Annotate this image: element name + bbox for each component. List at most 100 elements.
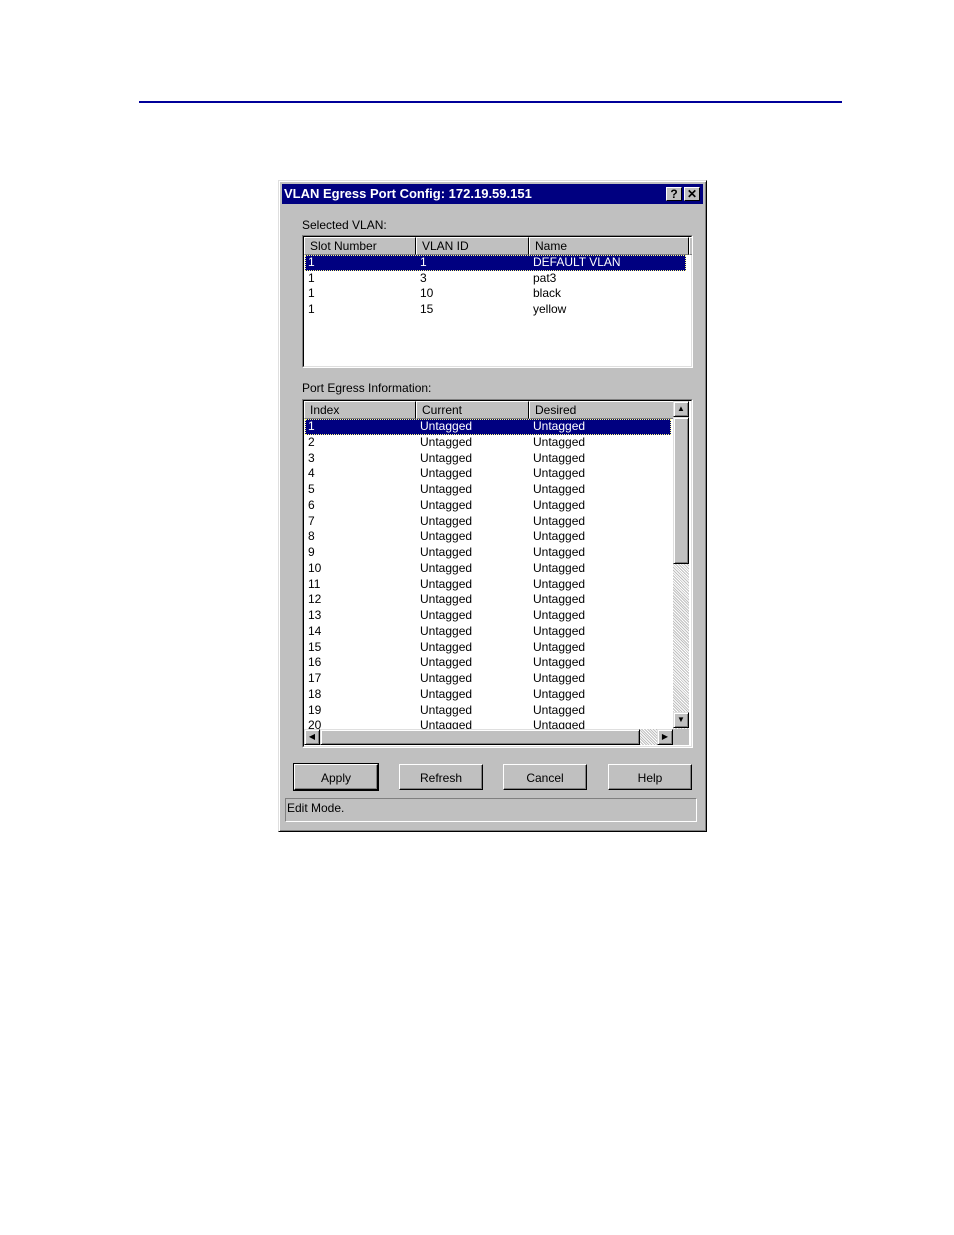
index-cell: 13 (308, 608, 322, 622)
egress-row[interactable]: 15 Untagged Untagged (305, 640, 671, 656)
vertical-scrollbar[interactable]: ▲ ▼ (673, 401, 689, 729)
slot-cell: 1 (308, 302, 315, 317)
apply-button[interactable]: Apply (293, 763, 379, 791)
current-cell: Untagged (420, 655, 473, 670)
name-cell: yellow (533, 302, 567, 317)
current-cell: Untagged (420, 671, 473, 685)
egress-row[interactable]: 9 Untagged Untagged (305, 545, 671, 561)
index-cell: 16 (308, 655, 322, 670)
vlan-row[interactable]: 1 1 DEFAULT VLAN (305, 255, 686, 271)
vlan-id-cell: 10 (420, 286, 434, 301)
desired-cell: Untagged (533, 655, 586, 670)
vlan-row[interactable]: 1 15 yellow (305, 302, 686, 318)
egress-row[interactable]: 14 Untagged Untagged (305, 624, 671, 640)
desired-cell: Untagged (533, 466, 586, 481)
index-cell: 18 (308, 686, 322, 701)
vlan-id-cell: 3 (420, 270, 427, 285)
egress-row[interactable]: 5 Untagged Untagged (305, 482, 671, 498)
egress-row[interactable]: 19 Untagged Untagged (305, 703, 671, 719)
slot-cell: 1 (308, 255, 315, 269)
desired-cell: Untagged (533, 450, 586, 465)
current-cell: Untagged (420, 513, 473, 528)
current-cell: Untagged (420, 434, 473, 449)
desired-cell: Untagged (533, 434, 586, 449)
scroll-up-icon[interactable]: ▲ (673, 401, 689, 417)
scroll-right-icon[interactable]: ▶ (657, 729, 673, 745)
column-header-slot-number[interactable]: Slot Number (304, 237, 416, 255)
window-title: VLAN Egress Port Config: 172.19.59.151 (284, 186, 532, 201)
index-cell: 11 (308, 576, 321, 591)
help-icon[interactable]: ? (666, 187, 682, 201)
column-header-filler (689, 237, 692, 255)
egress-row[interactable]: 7 Untagged Untagged (305, 514, 671, 530)
index-cell: 7 (308, 513, 315, 528)
current-cell: Untagged (420, 419, 473, 433)
scroll-left-icon[interactable]: ◀ (304, 729, 320, 745)
desired-cell: Untagged (533, 529, 586, 544)
vlan-egress-dialog: VLAN Egress Port Config: 172.19.59.151 ?… (278, 180, 707, 832)
desired-cell: Untagged (533, 419, 586, 433)
port-egress-list[interactable]: Index Current Desired 1 Untagged Untagged 2… (302, 399, 693, 748)
scroll-corner (673, 729, 689, 745)
refresh-button[interactable]: Refresh (399, 764, 483, 790)
column-header-name[interactable]: Name (529, 237, 689, 255)
help-button[interactable]: Help (608, 764, 692, 790)
egress-row[interactable]: 2 Untagged Untagged (305, 435, 671, 451)
index-cell: 9 (308, 545, 315, 559)
desired-cell: Untagged (533, 560, 586, 575)
index-cell: 17 (308, 671, 322, 685)
egress-row[interactable]: 11 Untagged Untagged (305, 577, 671, 593)
egress-row[interactable]: 13 Untagged Untagged (305, 608, 671, 624)
index-cell: 5 (308, 482, 315, 496)
egress-row[interactable]: 18 Untagged Untagged (305, 687, 671, 703)
column-header-vlan-id[interactable]: VLAN ID (416, 237, 529, 255)
scroll-down-icon[interactable]: ▼ (673, 712, 689, 728)
egress-row[interactable]: 3 Untagged Untagged (305, 451, 671, 467)
desired-cell: Untagged (533, 686, 586, 701)
vertical-scroll-thumb[interactable] (673, 417, 689, 564)
index-cell: 8 (308, 529, 315, 544)
vlan-id-cell: 1 (420, 255, 427, 269)
current-cell: Untagged (420, 623, 473, 638)
vlan-id-cell: 15 (420, 302, 434, 317)
desired-cell: Untagged (533, 702, 586, 717)
vlan-row[interactable]: 1 10 black (305, 286, 686, 302)
column-header-current[interactable]: Current (416, 401, 529, 419)
egress-row[interactable]: 8 Untagged Untagged (305, 529, 671, 545)
vlan-row[interactable]: 1 3 pat3 (305, 271, 686, 287)
egress-row[interactable]: 12 Untagged Untagged (305, 592, 671, 608)
current-cell: Untagged (420, 450, 473, 465)
egress-row[interactable]: 16 Untagged Untagged (305, 655, 671, 671)
selected-vlan-label: Selected VLAN: (302, 218, 387, 232)
desired-cell: Untagged (533, 592, 586, 607)
current-cell: Untagged (420, 639, 473, 654)
slot-cell: 1 (308, 270, 315, 285)
current-cell: Untagged (420, 702, 473, 717)
close-icon[interactable]: ✕ (684, 187, 700, 201)
egress-row[interactable]: 17 Untagged Untagged (305, 671, 671, 687)
egress-row[interactable]: 6 Untagged Untagged (305, 498, 671, 514)
current-cell: Untagged (420, 686, 473, 701)
horizontal-scroll-thumb[interactable] (320, 729, 640, 745)
column-header-desired[interactable]: Desired (529, 401, 674, 419)
index-cell: 19 (308, 702, 322, 717)
desired-cell: Untagged (533, 639, 586, 654)
desired-cell: Untagged (533, 623, 586, 638)
desired-cell: Untagged (533, 482, 586, 496)
selected-vlan-list[interactable]: Slot Number VLAN ID Name 1 1 DEFAULT VLAN 1… (302, 235, 693, 368)
port-egress-label: Port Egress Information: (302, 381, 432, 395)
horizontal-scroll-track[interactable] (640, 729, 657, 745)
slot-cell: 1 (308, 286, 315, 301)
current-cell: Untagged (420, 482, 473, 496)
column-header-index[interactable]: Index (304, 401, 416, 419)
cancel-button[interactable]: Cancel (503, 764, 587, 790)
name-cell: DEFAULT VLAN (533, 255, 621, 269)
status-bar: Edit Mode. (285, 798, 697, 822)
index-cell: 3 (308, 450, 315, 465)
index-cell: 4 (308, 466, 315, 481)
egress-row[interactable]: 4 Untagged Untagged (305, 466, 671, 482)
horizontal-scrollbar[interactable]: ◀ ▶ (304, 729, 673, 745)
desired-cell: Untagged (533, 513, 586, 528)
egress-row[interactable]: 1 Untagged Untagged (305, 419, 671, 435)
egress-row[interactable]: 10 Untagged Untagged (305, 561, 671, 577)
